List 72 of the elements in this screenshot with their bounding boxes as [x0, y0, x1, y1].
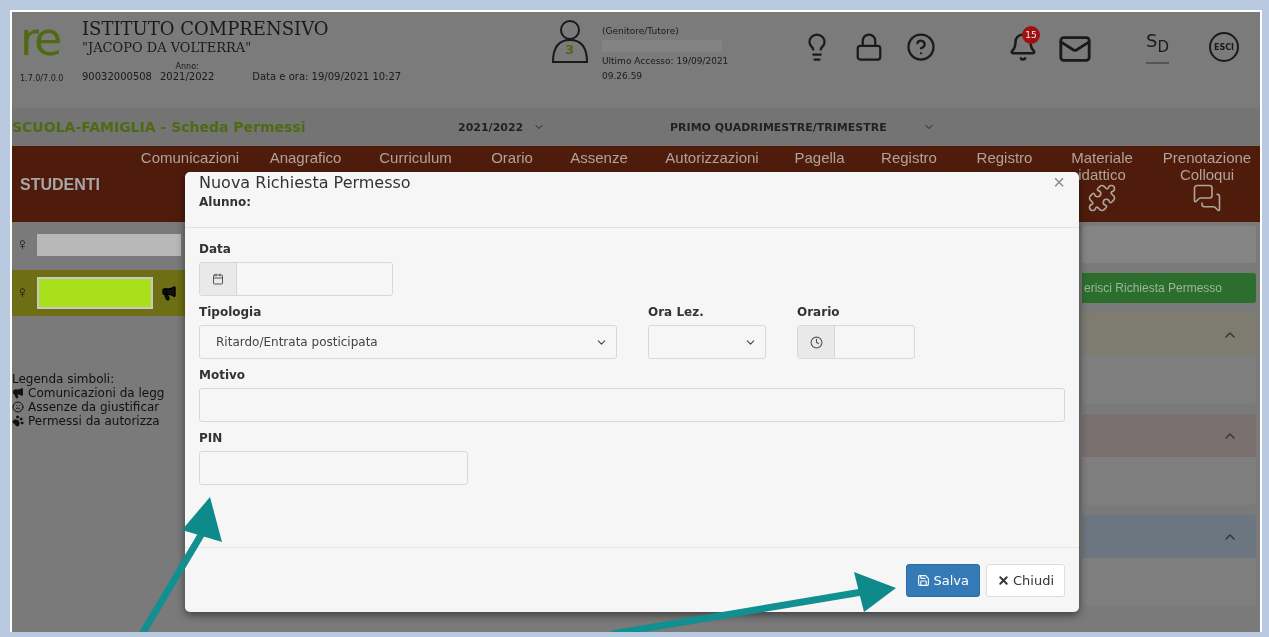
close-dialog-button[interactable]: Chiudi [985, 563, 1065, 597]
field-label: Ora Lez. [648, 305, 705, 319]
school-name: ISTITUTO COMPRENSIVO [82, 18, 330, 40]
select-field[interactable]: Ritardo/Entrata posticipata [199, 325, 617, 359]
legend-text: Comunicazioni da legg [28, 386, 165, 400]
close-button[interactable]: × [1053, 172, 1065, 192]
save-button[interactable]: Salva [906, 563, 980, 597]
lock-icon[interactable] [854, 32, 884, 62]
chat-icon [1192, 183, 1222, 213]
section-label: STUDENTI [19, 175, 101, 194]
logo: re [20, 18, 60, 60]
bell-icon[interactable] [1008, 32, 1038, 62]
field-label: Tipologia [199, 305, 263, 319]
last-access-text: Ultimo Accesso: 19/09/2021 [602, 56, 730, 67]
select-field[interactable] [648, 325, 766, 359]
student-row-highlighted[interactable]: ♀ [12, 270, 185, 316]
paw-icon [12, 415, 24, 427]
nav-item[interactable]: Anagrafico [252, 146, 359, 166]
nav-item[interactable]: Autorizzazioni [646, 146, 778, 166]
nav-item[interactable]: Registro [861, 146, 957, 166]
calendar-icon [212, 273, 224, 285]
student-label: Alunno: [199, 195, 252, 209]
field-label: Data [199, 242, 232, 256]
nav-item[interactable]: Assenze [552, 146, 646, 166]
avatar-count: 3 [565, 42, 575, 57]
legend-text: Permessi da autorizza [28, 414, 160, 428]
female-symbol: ♀ [16, 283, 29, 303]
nav-item[interactable]: Curriculum [359, 146, 472, 166]
input-field[interactable] [199, 388, 1065, 422]
puzzle-icon [1087, 183, 1117, 213]
legend-text: Assenze da giustificar [28, 400, 160, 414]
student-row[interactable]: ♀ [12, 228, 185, 262]
nav-item[interactable]: Registro [957, 146, 1052, 166]
avatar-icon [550, 18, 590, 64]
nav-item[interactable]: Comunicazioni [128, 146, 252, 166]
legend-title: Legenda simboli: [12, 372, 116, 386]
frown-icon [12, 401, 24, 413]
date-field[interactable] [199, 262, 393, 296]
version-text: 1.7.0/7.0.0 [20, 74, 65, 83]
megaphone-icon [12, 387, 24, 399]
last-access-time: 09.26.59 [602, 70, 644, 82]
school-code: 90032000508 [82, 71, 152, 83]
nav-item[interactable]: Pagella [778, 146, 861, 166]
help-icon[interactable] [906, 32, 936, 62]
nav-item[interactable]: Prenotazione Colloqui [1152, 146, 1260, 213]
female-symbol: ♀ [16, 235, 29, 255]
page-title: SCUOLA-FAMIGLIA - Scheda Permessi [12, 119, 307, 135]
brand-logo: S$_{D}$ [1146, 32, 1169, 64]
period-select[interactable]: PRIMO QUADRIMESTRE/TRIMESTRE [670, 120, 970, 134]
user-role: (Genitore/Tutore) [602, 26, 680, 37]
input-field[interactable] [199, 451, 468, 485]
close-icon [996, 573, 1010, 587]
time-field[interactable] [797, 325, 915, 359]
panel-header[interactable] [1082, 414, 1256, 457]
save-icon [917, 573, 931, 587]
insert-request-button[interactable]: erisci Richiesta Permesso [1082, 273, 1256, 303]
datetime-text: Data e ora: 19/09/2021 10:27 [252, 71, 402, 83]
school-year: 2021/2022 [160, 71, 215, 83]
field-label: Orario [797, 305, 841, 319]
logout-button[interactable]: ESCI [1209, 32, 1239, 62]
field-label: PIN [199, 431, 224, 445]
notification-badge: 15 [1022, 26, 1040, 44]
year-select[interactable]: 2021/2022 [458, 120, 670, 134]
clock-icon [809, 335, 823, 349]
nav-item[interactable]: Orario [472, 146, 552, 166]
panel-header[interactable] [1082, 313, 1256, 356]
field-label: Motivo [199, 368, 247, 382]
panel-header[interactable] [1082, 515, 1256, 558]
school-name-line: "JACOPO DA VOLTERRA" [82, 40, 253, 56]
modal-title: Nuova Richiesta Permesso [199, 174, 411, 192]
year-label: Anno: [175, 62, 199, 72]
megaphone-icon [160, 285, 177, 301]
